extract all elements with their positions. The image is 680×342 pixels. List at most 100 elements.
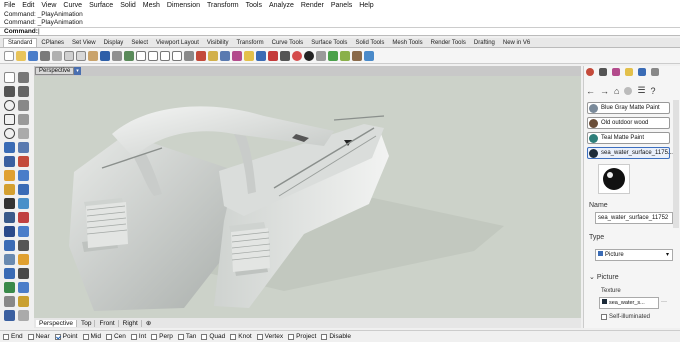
help-icon[interactable]: ? [651, 86, 656, 96]
menu-tools[interactable]: Tools [246, 2, 262, 9]
new-file-icon[interactable] [4, 50, 14, 61]
snap-vertex-checkbox[interactable] [256, 333, 263, 340]
menu-render[interactable]: Render [301, 2, 324, 9]
group-icon[interactable] [4, 296, 15, 307]
tab-display[interactable]: Display [100, 39, 128, 47]
sphere-icon[interactable] [18, 170, 29, 181]
snap-cen-checkbox[interactable] [105, 333, 112, 340]
snap-near[interactable]: Near [27, 333, 50, 340]
snap-project[interactable]: Project [288, 333, 316, 340]
plugin-icon[interactable] [328, 50, 338, 61]
self-illuminated-option[interactable]: Self-illuminated [601, 314, 650, 320]
render-icon[interactable] [280, 50, 290, 61]
arc-icon[interactable] [18, 100, 29, 111]
hide-icon[interactable] [18, 296, 29, 307]
menu-panels[interactable]: Panels [331, 2, 352, 9]
viewport-tab-top[interactable]: Top [78, 319, 96, 327]
extrude-icon[interactable] [18, 142, 29, 153]
block-icon[interactable] [18, 282, 29, 293]
text-icon[interactable] [18, 268, 29, 279]
more-tools-icon[interactable] [18, 310, 29, 321]
snap-end[interactable]: End [3, 333, 23, 340]
snap-point[interactable]: Point [54, 333, 78, 340]
snap-project-checkbox[interactable] [288, 333, 295, 340]
copy-tool-icon[interactable] [18, 226, 29, 237]
picture-section-header[interactable]: ⌄ Picture [589, 273, 619, 281]
box-icon[interactable] [4, 156, 15, 167]
tab-select[interactable]: Select [127, 39, 152, 47]
snap-end-checkbox[interactable] [3, 333, 9, 340]
tab-viewport-layout[interactable]: Viewport Layout [152, 39, 203, 47]
snap-mid-checkbox[interactable] [82, 333, 89, 340]
menu-curve[interactable]: Curve [63, 2, 82, 9]
tab-curve-tools[interactable]: Curve Tools [268, 39, 308, 47]
undo-icon[interactable] [100, 50, 110, 61]
snap-tan[interactable]: Tan [177, 333, 196, 340]
menu-help[interactable]: Help [359, 2, 373, 9]
zoom-window-icon[interactable] [148, 50, 158, 61]
snap-disable[interactable]: Disable [321, 333, 351, 340]
lights-tab-icon[interactable] [625, 68, 633, 76]
tab-surface-tools[interactable]: Surface Tools [307, 39, 351, 47]
tab-visibility[interactable]: Visibility [203, 39, 233, 47]
render-sphere-icon[interactable] [292, 50, 302, 61]
mirror-icon[interactable] [4, 254, 15, 265]
properties-icon[interactable] [232, 50, 242, 61]
command-prompt[interactable]: Command:| [0, 27, 680, 36]
perspective-viewport[interactable] [34, 76, 581, 318]
snap-perp-checkbox[interactable] [151, 333, 158, 340]
texture-slot[interactable]: sea_water_s... [599, 297, 659, 309]
light-bulb-icon[interactable] [244, 50, 254, 61]
help-icon[interactable] [364, 50, 374, 61]
tab-new-in-v6[interactable]: New in V6 [499, 39, 534, 47]
tab-drafting[interactable]: Drafting [470, 39, 499, 47]
snap-int-checkbox[interactable] [130, 333, 137, 340]
print-icon[interactable] [40, 50, 50, 61]
material-name-field[interactable]: sea_water_surface_11752 [595, 212, 673, 224]
snap-knot[interactable]: Knot [230, 333, 252, 340]
point-icon[interactable] [18, 72, 29, 83]
snap-quad-checkbox[interactable] [201, 333, 208, 340]
material-item-selected[interactable]: sea_water_surface_1175... [587, 147, 673, 159]
color-icon[interactable] [268, 50, 278, 61]
viewport-menu-chevron-icon[interactable]: ▾ [74, 67, 81, 75]
import-icon[interactable] [52, 50, 62, 61]
rotate-icon[interactable] [4, 240, 15, 251]
surface-icon[interactable] [4, 142, 15, 153]
save-icon[interactable] [28, 50, 38, 61]
forward-arrow-icon[interactable]: → [600, 86, 609, 96]
viewport-tab-perspective[interactable]: Perspective [36, 319, 77, 327]
select-arrow-icon[interactable] [4, 72, 15, 83]
menu-transform[interactable]: Transform [207, 2, 239, 9]
zoom-extents-icon[interactable] [160, 50, 170, 61]
curve-icon[interactable] [18, 86, 29, 97]
texture-more-button[interactable]: ··· [661, 299, 667, 305]
pan-icon[interactable] [112, 50, 122, 61]
fillet-icon[interactable] [18, 184, 29, 195]
snap-vertex[interactable]: Vertex [256, 333, 283, 340]
paste-icon[interactable] [88, 50, 98, 61]
lock-icon[interactable] [256, 50, 266, 61]
join-icon[interactable] [4, 212, 15, 223]
material-item[interactable]: Old outdoor wood [587, 117, 670, 129]
copy-icon[interactable] [76, 50, 86, 61]
grasshopper-icon[interactable] [352, 50, 362, 61]
viewport-title[interactable]: Perspective [35, 67, 75, 75]
home-icon[interactable]: ⌂ [614, 86, 619, 96]
add-viewport-tab-icon[interactable]: ⊕ [143, 319, 154, 327]
grid-icon[interactable] [184, 50, 194, 61]
open-folder-icon[interactable] [16, 50, 26, 61]
cut-icon[interactable] [64, 50, 74, 61]
snap-quad[interactable]: Quad [201, 333, 225, 340]
options-icon[interactable] [316, 50, 326, 61]
material-type-select[interactable]: Picture ▾ [595, 249, 673, 261]
mesh-icon[interactable] [4, 170, 15, 181]
free-form-icon[interactable] [18, 128, 29, 139]
material-sphere-icon[interactable] [304, 50, 314, 61]
menu-dimension[interactable]: Dimension [167, 2, 200, 9]
self-illuminated-checkbox[interactable] [601, 314, 607, 320]
zoom-icon[interactable] [136, 50, 146, 61]
tab-render-tools[interactable]: Render Tools [427, 39, 470, 47]
material-item[interactable]: Blue Gray Matte Paint [587, 102, 670, 114]
snap-near-checkbox[interactable] [27, 333, 34, 340]
